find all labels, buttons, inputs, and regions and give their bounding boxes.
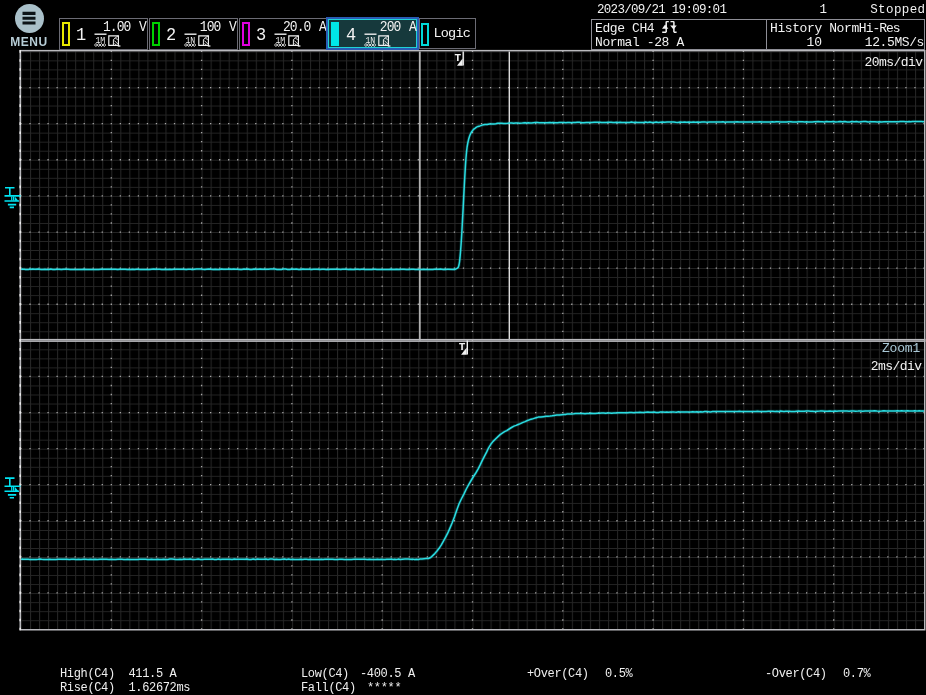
svg-text:1N: 1N [365, 35, 375, 44]
svg-text:1N: 1N [185, 35, 195, 44]
svg-text:1M: 1M [275, 35, 285, 44]
svg-text:1M: 1M [95, 35, 105, 44]
